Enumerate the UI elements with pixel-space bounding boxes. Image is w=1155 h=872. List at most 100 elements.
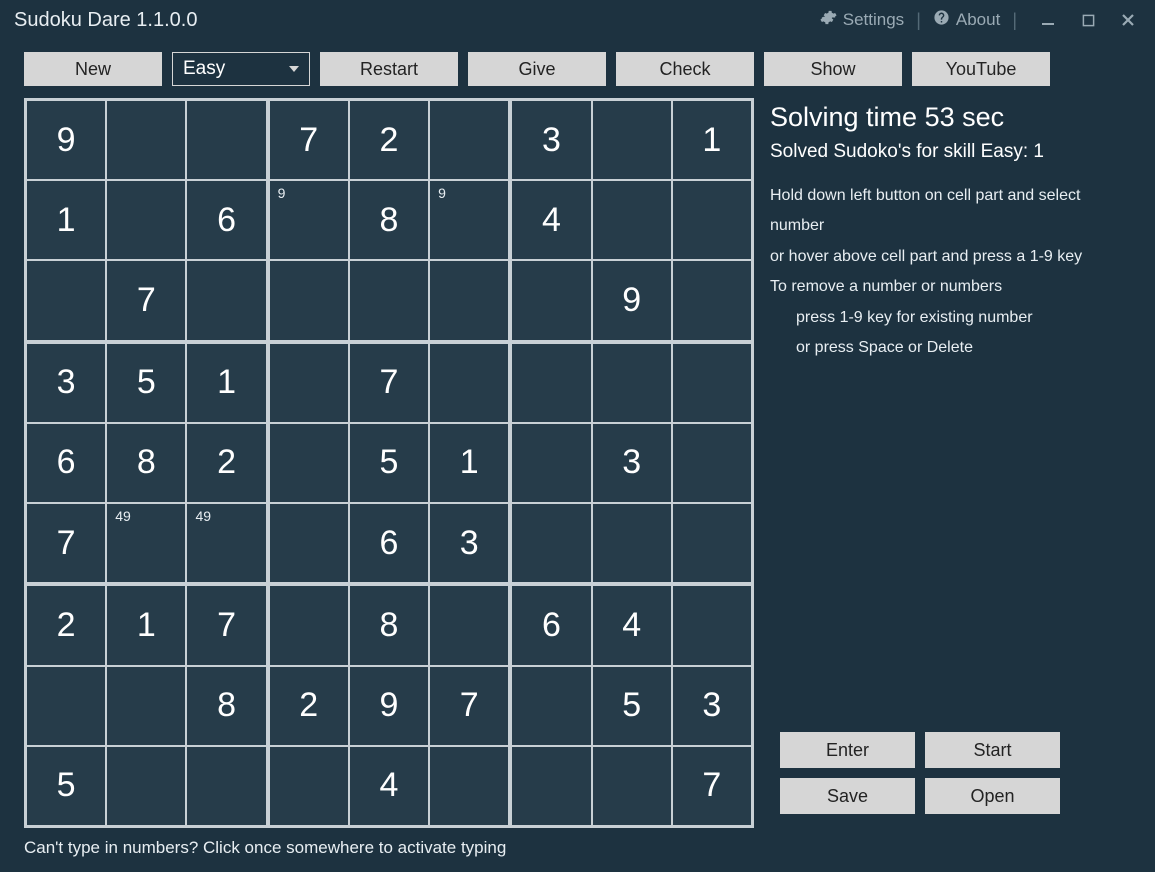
sudoku-cell[interactable]: 6 [187,181,265,259]
sudoku-cell[interactable] [270,586,348,664]
sudoku-cell[interactable]: 2 [187,424,265,502]
sudoku-cell[interactable]: 49 [107,504,185,582]
sudoku-cell[interactable] [673,586,751,664]
sudoku-cell[interactable] [673,261,751,339]
start-button[interactable]: Start [925,732,1060,768]
sudoku-cell[interactable]: 1 [27,181,105,259]
sudoku-cell[interactable] [270,344,348,422]
sudoku-cell[interactable]: 3 [27,344,105,422]
sudoku-cell[interactable] [430,747,508,825]
sudoku-cell[interactable] [512,504,590,582]
sudoku-cell[interactable] [350,261,428,339]
sudoku-cell[interactable] [673,424,751,502]
show-button[interactable]: Show [764,52,902,86]
sudoku-cell[interactable]: 1 [187,344,265,422]
sudoku-cell[interactable] [107,181,185,259]
sudoku-cell[interactable] [593,504,671,582]
sudoku-cell[interactable]: 7 [673,747,751,825]
sudoku-cell[interactable] [430,261,508,339]
sudoku-cell[interactable]: 9 [430,181,508,259]
close-button[interactable] [1115,7,1141,33]
sudoku-cell[interactable]: 2 [350,101,428,179]
sudoku-cell[interactable]: 49 [187,504,265,582]
sudoku-cell[interactable]: 7 [430,667,508,745]
sudoku-cell[interactable]: 6 [512,586,590,664]
difficulty-dropdown[interactable]: Easy [172,52,310,86]
sudoku-cell[interactable]: 9 [27,101,105,179]
sudoku-cell[interactable] [270,747,348,825]
sudoku-cell[interactable]: 1 [107,586,185,664]
sudoku-cell[interactable] [270,261,348,339]
sudoku-cell[interactable]: 9 [270,181,348,259]
help-text: Hold down left button on cell part and s… [770,181,1131,363]
check-button[interactable]: Check [616,52,754,86]
sudoku-cell[interactable] [512,344,590,422]
sudoku-cell[interactable]: 8 [350,586,428,664]
sudoku-cell[interactable]: 3 [512,101,590,179]
sudoku-cell[interactable] [512,747,590,825]
settings-button[interactable]: Settings [812,5,912,35]
sudoku-cell[interactable]: 9 [350,667,428,745]
sudoku-cell[interactable]: 7 [27,504,105,582]
sudoku-cell[interactable]: 3 [430,504,508,582]
sudoku-cell[interactable] [270,424,348,502]
minimize-button[interactable] [1035,7,1061,33]
sudoku-cell[interactable]: 8 [350,181,428,259]
sudoku-cell[interactable] [593,747,671,825]
cell-value: 6 [27,424,105,502]
restart-button[interactable]: Restart [320,52,458,86]
sudoku-cell[interactable]: 7 [187,586,265,664]
sudoku-cell[interactable]: 7 [270,101,348,179]
sudoku-cell[interactable] [107,101,185,179]
sudoku-cell[interactable]: 5 [350,424,428,502]
sudoku-cell[interactable]: 3 [673,667,751,745]
sudoku-cell[interactable] [512,667,590,745]
sudoku-cell[interactable]: 4 [350,747,428,825]
sudoku-cell[interactable]: 9 [593,261,671,339]
sudoku-cell[interactable]: 8 [187,667,265,745]
sudoku-cell[interactable]: 1 [673,101,751,179]
sudoku-cell[interactable] [27,261,105,339]
sudoku-cell[interactable]: 4 [512,181,590,259]
sudoku-cell[interactable] [593,344,671,422]
sudoku-cell[interactable] [187,101,265,179]
sudoku-cell[interactable] [107,667,185,745]
maximize-button[interactable] [1075,7,1101,33]
sudoku-cell[interactable]: 6 [27,424,105,502]
sudoku-cell[interactable]: 8 [107,424,185,502]
sudoku-cell[interactable] [187,261,265,339]
sudoku-cell[interactable]: 5 [27,747,105,825]
sudoku-cell[interactable] [270,504,348,582]
sudoku-cell[interactable] [187,747,265,825]
sudoku-cell[interactable] [512,424,590,502]
sudoku-cell[interactable]: 5 [593,667,671,745]
sudoku-cell[interactable] [430,586,508,664]
about-button[interactable]: About [925,5,1008,35]
sudoku-cell[interactable] [512,261,590,339]
sudoku-cell[interactable]: 1 [430,424,508,502]
sudoku-cell[interactable] [673,181,751,259]
sudoku-cell[interactable]: 4 [593,586,671,664]
sudoku-cell[interactable] [593,181,671,259]
sudoku-cell[interactable] [673,344,751,422]
sudoku-cell[interactable] [430,344,508,422]
sudoku-cell[interactable]: 3 [593,424,671,502]
sudoku-cell[interactable]: 2 [27,586,105,664]
youtube-button[interactable]: YouTube [912,52,1050,86]
sudoku-cell[interactable] [673,504,751,582]
enter-button[interactable]: Enter [780,732,915,768]
sudoku-cell[interactable]: 7 [350,344,428,422]
difficulty-selected: Easy [183,58,225,80]
sudoku-cell[interactable]: 7 [107,261,185,339]
save-button[interactable]: Save [780,778,915,814]
give-button[interactable]: Give [468,52,606,86]
sudoku-cell[interactable]: 6 [350,504,428,582]
sudoku-cell[interactable] [430,101,508,179]
sudoku-cell[interactable] [593,101,671,179]
sudoku-cell[interactable] [27,667,105,745]
sudoku-cell[interactable]: 2 [270,667,348,745]
new-button[interactable]: New [24,52,162,86]
sudoku-cell[interactable] [107,747,185,825]
sudoku-cell[interactable]: 5 [107,344,185,422]
open-button[interactable]: Open [925,778,1060,814]
